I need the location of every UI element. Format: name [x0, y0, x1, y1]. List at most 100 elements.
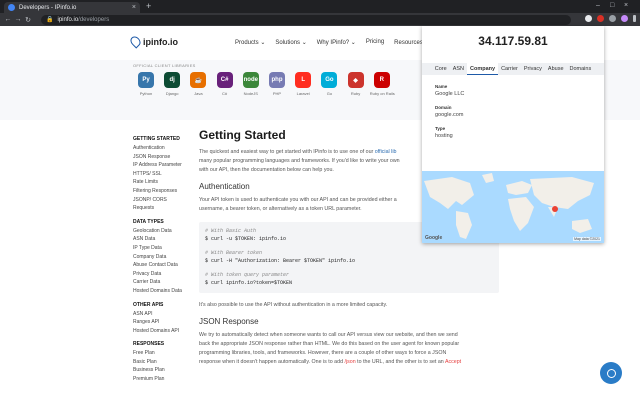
popup-tab-carrier[interactable]: Carrier	[498, 63, 521, 75]
address-bar[interactable]: 🔒 ipinfo.io/developers	[41, 14, 571, 25]
official-libraries-link[interactable]: official lib	[375, 149, 397, 155]
pin-icon	[128, 34, 143, 49]
star-icon[interactable]	[585, 15, 592, 22]
nav-products[interactable]: Products ⌄	[235, 39, 265, 46]
popup-tab-privacy[interactable]: Privacy	[521, 63, 545, 75]
sidebar-section-title: OTHER APIS	[133, 301, 164, 308]
popup-tab-abuse[interactable]: Abuse	[545, 63, 567, 75]
library-name: Go	[326, 91, 333, 96]
libraries-title: OFFICIAL CLIENT LIBRARIES	[133, 63, 196, 68]
sidebar-link[interactable]: Filtering Responses	[133, 187, 203, 196]
lock-icon: 🔒	[46, 17, 54, 23]
library-item[interactable]: dj Django	[160, 72, 184, 96]
sidebar-link[interactable]: ASN Data	[133, 235, 203, 244]
library-item[interactable]: C# C#	[213, 72, 237, 96]
library-name: PHP	[272, 91, 282, 96]
popup-tab-domains[interactable]: Domains	[567, 63, 595, 75]
main-nav: Products ⌄ Solutions ⌄ Why IPinfo? ⌄ Pri…	[235, 39, 444, 46]
world-map-icon	[424, 173, 594, 239]
sidebar-link[interactable]: Basic Plan	[133, 358, 203, 367]
minimize-button[interactable]: –	[596, 2, 600, 10]
map-attribution: Map data ©2021	[573, 237, 601, 241]
puzzle-icon[interactable]	[609, 15, 616, 22]
noauth-paragraph: It's also possible to use the API withou…	[199, 302, 388, 308]
ip-address: 34.117.59.81	[478, 34, 548, 48]
sidebar-link[interactable]: Rate Limits	[133, 178, 203, 187]
library-item[interactable]: R Ruby on Rails	[369, 72, 395, 96]
sidebar-link[interactable]: JSON Response	[133, 153, 203, 162]
flag-icon[interactable]	[597, 15, 604, 22]
sidebar-link[interactable]: Company Data	[133, 253, 203, 262]
sidebar-link[interactable]: IP Type Data	[133, 244, 203, 253]
maximize-button[interactable]: □	[610, 2, 614, 10]
location-marker-icon	[552, 206, 558, 212]
sidebar-link[interactable]: Abuse Contact Data	[133, 261, 203, 270]
browser-tab[interactable]: Developers - IPinfo.io ×	[4, 2, 140, 13]
library-logo-icon: R	[373, 72, 390, 88]
sidebar-link[interactable]: Ranges API	[133, 318, 203, 327]
sidebar-link[interactable]: IP Address Parameter	[133, 161, 203, 170]
library-item[interactable]: node NodeJS	[239, 72, 263, 96]
library-logo-icon: ◆	[347, 72, 364, 88]
chat-icon	[606, 368, 616, 378]
browser-tabstrip: Developers - IPinfo.io × + – □ ×	[0, 0, 640, 13]
site-logo[interactable]: ipinfo.io	[128, 34, 178, 49]
sidebar-link[interactable]: Business Plan	[133, 366, 203, 375]
nav-solutions[interactable]: Solutions ⌄	[275, 39, 306, 46]
sidebar-section-title: GETTING STARTED	[133, 136, 180, 142]
nav-pricing[interactable]: Pricing	[366, 39, 384, 46]
library-name: NodeJS	[243, 91, 258, 96]
reload-button[interactable]: ↻	[23, 16, 33, 24]
popup-tab-company[interactable]: Company	[467, 63, 499, 75]
sidebar-link[interactable]: Premium Plan	[133, 375, 203, 384]
google-logo: Google	[425, 235, 443, 241]
library-item[interactable]: L Laravel	[291, 72, 315, 96]
browser-toolbar: ← → ↻ 🔒 ipinfo.io/developers	[0, 13, 640, 26]
sidebar-link[interactable]: Free Plan	[133, 349, 203, 358]
popup-tab-core[interactable]: Core	[432, 63, 450, 75]
forward-button[interactable]: →	[13, 16, 23, 23]
library-logo-icon: L	[295, 72, 312, 88]
nav-why-ipinfo[interactable]: Why IPinfo? ⌄	[317, 39, 356, 46]
sidebar-link[interactable]: Geolocation Data	[133, 227, 203, 236]
library-item[interactable]: ☕ Java	[186, 72, 210, 96]
sidebar-link[interactable]: Privacy Data	[133, 270, 203, 279]
library-logo-icon: ☕	[190, 72, 207, 88]
sidebar-link[interactable]: Requests	[133, 204, 203, 213]
library-item[interactable]: Py Python	[134, 72, 158, 96]
extension-icons	[585, 15, 636, 22]
sidebar-link[interactable]: Hosted Domains Data	[133, 287, 203, 296]
back-button[interactable]: ←	[3, 16, 13, 23]
chat-button[interactable]	[600, 362, 622, 384]
library-name: Laravel	[296, 91, 310, 96]
popup-tabs: Core ASN Company Carrier Privacy Abuse Domains	[422, 63, 604, 75]
profile-icon[interactable]	[621, 15, 628, 22]
menu-icon[interactable]	[633, 15, 636, 22]
sidebar-section-title: DATA TYPES	[133, 218, 164, 225]
docs-sidebar: GETTING STARTED Authentication JSON Respon…	[133, 130, 203, 384]
library-name: Python	[139, 91, 153, 96]
library-name: Java	[194, 91, 203, 96]
url-text: ipinfo.io/developers	[57, 16, 110, 23]
library-item[interactable]: ◆ Ruby	[344, 72, 368, 96]
location-map[interactable]: Google Map data ©2021	[422, 171, 604, 243]
new-tab-button[interactable]: +	[146, 2, 151, 11]
sidebar-link[interactable]: Carrier Data	[133, 278, 203, 287]
favicon-icon	[8, 4, 15, 11]
tab-title: Developers - IPinfo.io	[19, 4, 77, 11]
library-logo-icon: Py	[138, 72, 154, 88]
tab-close-icon[interactable]: ×	[132, 4, 136, 11]
sidebar-link[interactable]: HTTPS/ SSL	[133, 170, 203, 179]
sidebar-section-title: RESPONSES	[133, 341, 165, 348]
library-logo-icon: dj	[164, 72, 181, 88]
close-window-button[interactable]: ×	[624, 2, 628, 10]
library-item[interactable]: Go Go	[317, 72, 341, 96]
popup-tab-asn[interactable]: ASN	[450, 63, 467, 75]
library-item[interactable]: php PHP	[265, 72, 289, 96]
sidebar-link[interactable]: Authentication	[133, 144, 203, 153]
library-name: Ruby on Rails	[369, 91, 395, 96]
sidebar-link[interactable]: ASN API	[133, 310, 203, 319]
field-name: Name Google LLC	[435, 84, 465, 97]
sidebar-link[interactable]: JSONP/ CORS	[133, 196, 203, 205]
sidebar-link[interactable]: Hosted Domains API	[133, 327, 203, 336]
